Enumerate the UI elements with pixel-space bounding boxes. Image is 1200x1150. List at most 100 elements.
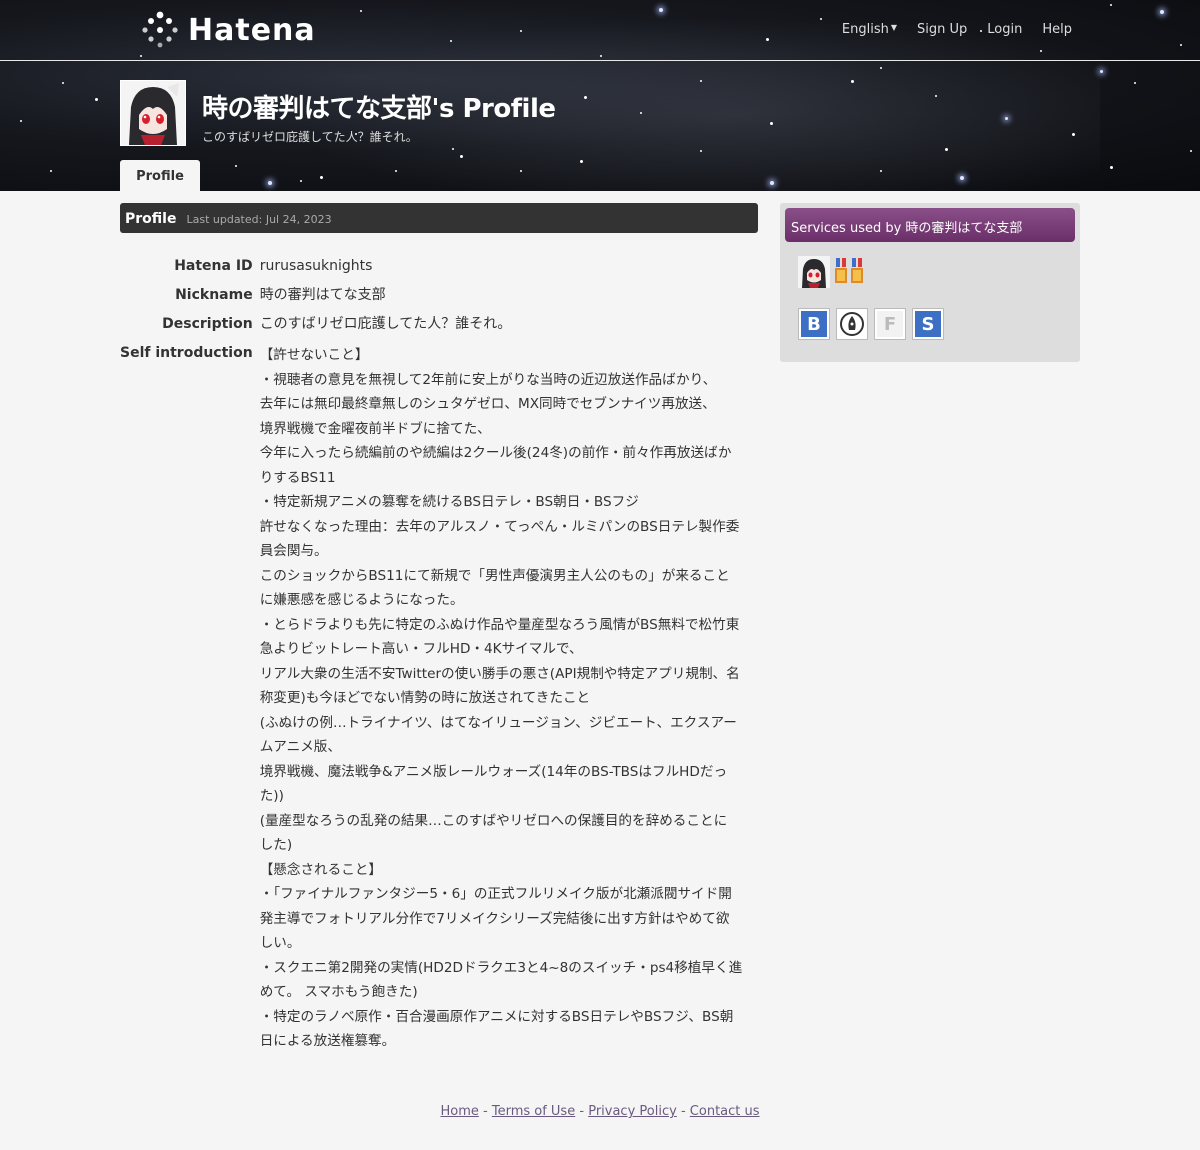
profile-details: Hatena ID rurusasuknights Nickname 時の審判は… <box>120 254 770 1061</box>
footer-separator: - <box>483 1104 488 1119</box>
profile-avatar[interactable] <box>120 80 186 146</box>
star-decoration <box>1110 4 1112 6</box>
hatena-fotolife-icon[interactable]: F <box>874 308 906 340</box>
self-introduction-line: ・スクエニ第2開発の実情(HD2Dドラクエ3と4~8のスイッチ・ps4移植早く進 <box>259 959 743 976</box>
medal-icon[interactable] <box>850 258 864 284</box>
label-description: Description <box>162 316 253 332</box>
star-decoration <box>766 38 769 41</box>
service-letter: B <box>801 311 827 337</box>
pen-nib-icon <box>840 312 864 336</box>
footer-separator: - <box>680 1104 686 1119</box>
logo-text: Hatena <box>188 12 316 48</box>
star-decoration <box>700 80 702 82</box>
star-decoration <box>50 170 52 172</box>
star-decoration <box>945 148 948 151</box>
self-introduction-line: めて。 スマホもう飽きた) <box>259 984 418 1000</box>
label-self-introduction: Self introduction <box>120 345 253 361</box>
user-avatar-small[interactable] <box>798 256 830 288</box>
row-nickname: Nickname 時の審判はてな支部 <box>120 283 770 312</box>
star-decoration <box>1005 117 1008 120</box>
star-decoration <box>1110 166 1113 169</box>
nav-language[interactable]: English ▼ <box>842 22 897 37</box>
nav-login[interactable]: Login <box>987 22 1022 37</box>
caret-down-icon: ▼ <box>890 23 898 32</box>
top-navigation: English ▼ Sign Up Login Help <box>842 22 1072 37</box>
star-decoration <box>320 176 323 179</box>
star-decoration <box>1180 44 1182 46</box>
self-introduction-line: ・視聴者の意見を無視して2年前に安上がりな当時の近辺放送作品ばかり、 <box>259 371 717 388</box>
star-decoration <box>600 55 602 57</box>
self-introduction-line: 【懸念されること】 <box>259 861 383 878</box>
services-sidebar: Services used by 時の審判はてな支部 B F S <box>780 203 1080 362</box>
star-decoration <box>851 80 854 83</box>
hatena-blog-icon[interactable] <box>836 308 868 340</box>
self-introduction-line: に嫌悪感を感じるようになった。 <box>259 592 464 608</box>
footer-link-privacy[interactable]: Privacy Policy <box>588 1104 677 1119</box>
self-introduction-line: した) <box>259 837 293 853</box>
header-banner: Hatena English ▼ Sign Up Login Help 時の審判は… <box>0 0 1200 191</box>
medal-icon[interactable] <box>834 258 848 284</box>
star-decoration <box>20 120 22 122</box>
label-nickname: Nickname <box>175 287 253 303</box>
self-introduction-line: ムアニメ版、 <box>259 739 341 755</box>
footer-link-terms[interactable]: Terms of Use <box>492 1104 575 1119</box>
star-decoration <box>452 148 454 150</box>
star-decoration <box>395 170 397 172</box>
self-introduction-line: (ふぬけの例…トライナイツ、はてなイリュージョン、ジビエート、エクスアー <box>259 714 737 731</box>
star-decoration <box>520 30 522 32</box>
hatena-star-icon[interactable]: S <box>912 308 944 340</box>
row-description: Description このすばリゼロ庇護してた人？誰それ。 <box>120 312 770 341</box>
star-decoration <box>1072 133 1075 136</box>
self-introduction-line: ・特定のラノベ原作・百合漫画原作アニメに対するBS日テレやBSフジ、BS朝 <box>259 1008 734 1025</box>
footer-link-home[interactable]: Home <box>440 1104 478 1119</box>
star-decoration <box>460 155 463 158</box>
self-introduction-line: 境界戦機で金曜夜前半ドブに捨てた、 <box>259 420 491 437</box>
self-introduction-line: 日による放送権篡奪。 <box>259 1033 396 1049</box>
footer-separator: - <box>579 1104 585 1119</box>
star-decoration <box>235 165 237 167</box>
nav-language-label: English <box>841 22 889 37</box>
star-decoration <box>580 160 583 163</box>
hatena-logo[interactable]: Hatena <box>140 8 316 52</box>
star-decoration <box>268 181 272 185</box>
star-decoration <box>140 55 142 57</box>
hatena-logo-icon <box>142 11 178 48</box>
nav-help[interactable]: Help <box>1042 22 1072 37</box>
nav-sign-up[interactable]: Sign Up <box>917 22 967 37</box>
self-introduction-line: ・特定新規アニメの篡奪を続けるBS日テレ・BS朝日・BSフジ <box>259 494 639 510</box>
star-decoration <box>659 8 663 12</box>
self-introduction-line: このショックからBS11にて新規で「男性声優演男主人公のもの」が来ること <box>259 567 730 584</box>
avatar-image <box>121 81 185 145</box>
hatena-bookmark-icon[interactable]: B <box>798 308 830 340</box>
self-introduction-line: た)) <box>259 788 284 804</box>
value-self-introduction: 【許せないこと】 ・視聴者の意見を無視して2年前に安上がりな当時の近辺放送作品ばか… <box>260 341 770 1061</box>
star-decoration <box>62 82 64 84</box>
star-decoration <box>584 96 587 99</box>
self-introduction-line: しい。 <box>259 935 301 951</box>
footer-link-contact[interactable]: Contact us <box>690 1104 760 1119</box>
row-self-introduction: Self introduction 【許せないこと】 ・視聴者の意見を無視して2年… <box>120 341 770 1061</box>
value-description: このすばリゼロ庇護してた人？誰それ。 <box>259 316 512 332</box>
tab-profile[interactable]: Profile <box>120 160 200 191</box>
star-decoration <box>1040 50 1042 52</box>
header-divider <box>0 60 1200 61</box>
star-decoration <box>820 18 822 20</box>
self-introduction-line: 去年には無印最終章無しのシュタゲゼロ、MX同時でセブンナイツ再放送、 <box>259 396 716 412</box>
star-decoration <box>700 150 702 152</box>
self-introduction-line: ・「ファイナルファンタジー5・6」の正式フルリメイク版が北瀬派閥サイド開 <box>259 886 732 902</box>
self-introduction-text: 【許せないこと】 ・視聴者の意見を無視して2年前に安上がりな当時の近辺放送作品ばか… <box>260 343 770 1054</box>
profile-section-header: Profile Last updated: Jul 24, 2023 <box>120 203 758 233</box>
avatar-image <box>798 256 830 288</box>
section-title: Profile <box>125 211 177 227</box>
profile-title: 時の審判はてな支部's Profile <box>202 94 556 124</box>
star-decoration <box>960 176 964 180</box>
row-hatena-id: Hatena ID rurusasuknights <box>120 254 770 283</box>
self-introduction-line: ・とらドラよりも先に特定のふぬけ作品や量産型なろう風情がBS無料で松竹東 <box>259 616 740 633</box>
star-decoration <box>640 112 642 114</box>
value-hatena-id: rurusasuknights <box>259 258 373 274</box>
star-decoration <box>880 67 882 69</box>
star-decoration <box>770 181 774 185</box>
self-introduction-line: 許せなくなった理由：去年のアルスノ・てっぺん・ルミパンのBS日テレ製作委 <box>259 518 740 535</box>
self-introduction-line: 員会関与。 <box>259 543 328 559</box>
star-decoration <box>770 122 773 125</box>
